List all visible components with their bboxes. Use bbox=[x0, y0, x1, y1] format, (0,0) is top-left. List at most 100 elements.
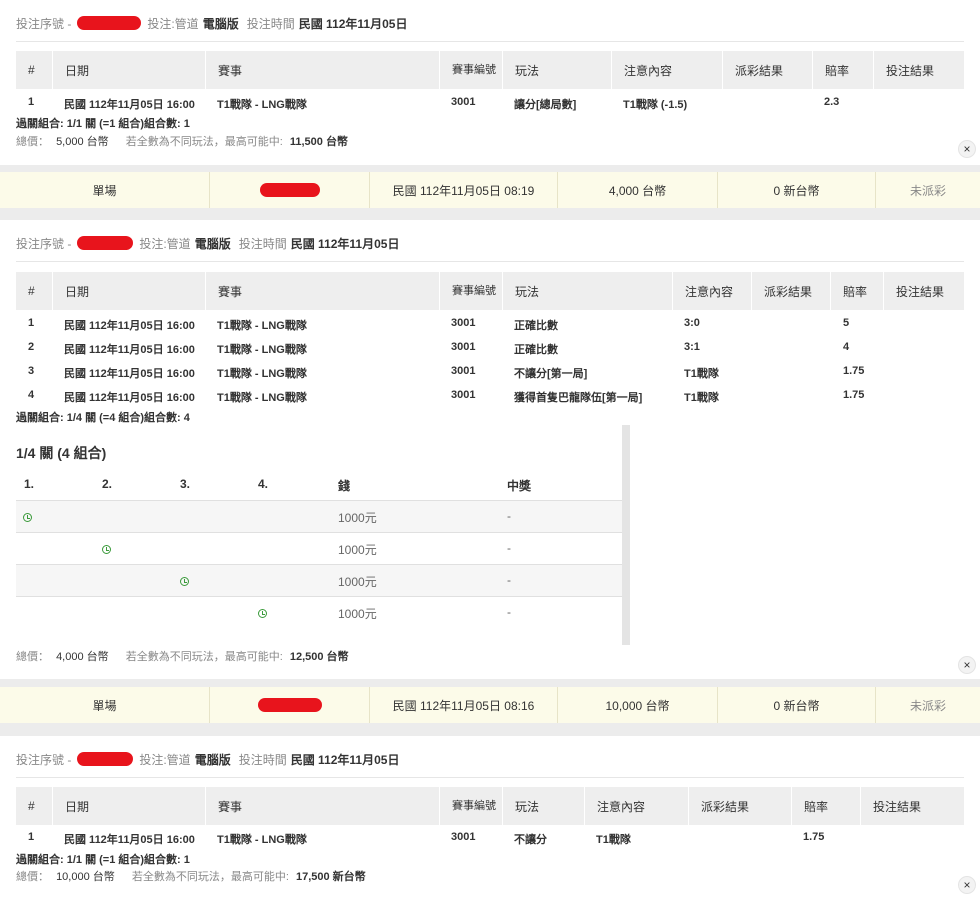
bet-type: 單場 bbox=[0, 687, 210, 723]
col-event: 賽事 bbox=[205, 272, 439, 310]
combo-col-1: 1. bbox=[24, 477, 35, 491]
combo-col-money: 錢 bbox=[338, 479, 351, 493]
combo-summary: 過關組合: 1/1 關 (=1 組合)組合數: 1 bbox=[16, 118, 190, 130]
col-odds: 賠率 bbox=[812, 51, 873, 89]
bet-header: 投注序號 - 投注:管道 電腦版 投注時間 民國 112年11月05日 bbox=[16, 236, 400, 251]
col-date: 日期 bbox=[52, 51, 205, 89]
bet-serial-label: 投注序號 - bbox=[16, 752, 72, 767]
bet-header: 投注序號 - 投注:管道 電腦版 投注時間 民國 112年11月05日 bbox=[16, 16, 408, 31]
bet-summary-row-2[interactable]: 單場 民國 112年11月05日 08:16 10,000 台幣 0 新台幣 未… bbox=[0, 687, 980, 723]
redacted-serial bbox=[210, 172, 370, 208]
col-event-no: 賽事編號 bbox=[439, 51, 502, 89]
col-payout: 派彩結果 bbox=[751, 272, 830, 310]
combo-summary: 過關組合: 1/1 關 (=1 組合)組合數: 1 bbox=[16, 854, 190, 866]
divider bbox=[16, 41, 964, 42]
bet-table-header: # 日期 賽事 賽事編號 玩法 注意內容 派彩結果 賠率 投注結果 bbox=[16, 51, 964, 89]
bet-table-header: # 日期 賽事 賽事編號 玩法 注意內容 派彩結果 賠率 投注結果 bbox=[16, 272, 964, 310]
payout-status: 未派彩 bbox=[909, 183, 946, 198]
combo-scrollbar[interactable] bbox=[622, 425, 630, 645]
bet-channel-value: 電腦版 bbox=[202, 16, 239, 31]
total-max: 17,500 新台幣 bbox=[295, 871, 366, 883]
bet-detail-panel-1: 投注序號 - 投注:管道 電腦版 投注時間 民國 112年11月05日 # 日期… bbox=[0, 0, 980, 165]
clock-icon bbox=[180, 577, 189, 586]
col-event-no: 賽事編號 bbox=[439, 787, 502, 825]
combo-row: 1000元 - bbox=[16, 532, 622, 564]
bet-time: 民國 112年11月05日 08:16 bbox=[370, 687, 558, 723]
col-content: 注意內容 bbox=[672, 272, 751, 310]
payout-amount: 0 新台幣 bbox=[718, 172, 876, 208]
redacted-serial bbox=[77, 236, 134, 250]
payout-amount: 0 新台幣 bbox=[718, 687, 876, 723]
col-content: 注意內容 bbox=[584, 787, 688, 825]
total-line: 總價： 5,000 台幣 若全數為不同玩法，最高可能中: 11,500 台幣 bbox=[16, 133, 348, 149]
combo-row: 1000元 - bbox=[16, 564, 622, 596]
combo-col-3: 3. bbox=[180, 477, 191, 491]
col-play: 玩法 bbox=[502, 787, 584, 825]
payout-status: 未派彩 bbox=[909, 698, 946, 713]
col-result: 投注結果 bbox=[883, 272, 964, 310]
close-icon[interactable]: × bbox=[958, 656, 976, 674]
combo-col-win: 中獎 bbox=[507, 479, 532, 493]
bet-header: 投注序號 - 投注:管道 電腦版 投注時間 民國 112年11月05日 bbox=[16, 752, 400, 767]
clock-icon bbox=[102, 545, 111, 554]
col-content: 注意內容 bbox=[611, 51, 722, 89]
col-event: 賽事 bbox=[205, 787, 439, 825]
divider bbox=[16, 261, 964, 262]
bet-amount: 10,000 台幣 bbox=[558, 687, 718, 723]
clock-icon bbox=[258, 609, 267, 618]
bet-channel-label: 投注:管道 bbox=[139, 236, 191, 251]
bet-serial-label: 投注序號 - bbox=[16, 236, 72, 251]
divider bbox=[16, 777, 964, 778]
total-label: 總價： bbox=[16, 871, 49, 883]
total-value: 5,000 台幣 bbox=[56, 136, 109, 148]
close-icon[interactable]: × bbox=[958, 140, 976, 158]
bet-detail-panel-2: 投注序號 - 投注:管道 電腦版 投注時間 民國 112年11月05日 # 日期… bbox=[0, 220, 980, 679]
total-max: 11,500 台幣 bbox=[289, 136, 348, 148]
total-note: 若全數為不同玩法，最高可能中: bbox=[131, 871, 289, 883]
col-event: 賽事 bbox=[205, 51, 439, 89]
col-play: 玩法 bbox=[502, 272, 672, 310]
col-date: 日期 bbox=[52, 272, 205, 310]
bet-channel-value: 電腦版 bbox=[194, 236, 231, 251]
total-max: 12,500 台幣 bbox=[289, 651, 349, 663]
bet-table-header: # 日期 賽事 賽事編號 玩法 注意內容 派彩結果 賠率 投注結果 bbox=[16, 787, 964, 825]
bet-time-label: 投注時間 bbox=[238, 752, 287, 767]
bet-detail-panel-3: 投注序號 - 投注:管道 電腦版 投注時間 民國 112年11月05日 # 日期… bbox=[0, 736, 980, 901]
combo-summary: 過關組合: 1/4 關 (=4 組合)組合數: 4 bbox=[16, 412, 190, 424]
total-label: 總價： bbox=[16, 651, 49, 663]
col-date: 日期 bbox=[52, 787, 205, 825]
col-index: # bbox=[28, 799, 35, 813]
col-index: # bbox=[28, 284, 35, 298]
col-odds: 賠率 bbox=[830, 272, 883, 310]
total-line: 總價： 10,000 台幣 若全數為不同玩法，最高可能中: 17,500 新台幣 bbox=[16, 868, 366, 884]
combo-row: 1000元 - bbox=[16, 500, 622, 532]
bet-date: 民國 112年11月05日 bbox=[298, 16, 408, 31]
col-result: 投注結果 bbox=[860, 787, 964, 825]
combo-col-4: 4. bbox=[258, 477, 269, 491]
bet-time: 民國 112年11月05日 08:19 bbox=[370, 172, 558, 208]
redacted-serial bbox=[210, 687, 370, 723]
bet-date: 民國 112年11月05日 bbox=[290, 752, 400, 767]
bet-time-label: 投注時間 bbox=[246, 16, 295, 31]
bet-date: 民國 112年11月05日 bbox=[290, 236, 400, 251]
bet-summary-row-1[interactable]: 單場 民國 112年11月05日 08:19 4,000 台幣 0 新台幣 未派… bbox=[0, 172, 980, 208]
bet-channel-value: 電腦版 bbox=[194, 752, 231, 767]
total-note: 若全數為不同玩法，最高可能中: bbox=[125, 651, 283, 663]
bet-channel-label: 投注:管道 bbox=[139, 752, 191, 767]
combo-col-2: 2. bbox=[102, 477, 113, 491]
col-payout: 派彩結果 bbox=[688, 787, 791, 825]
col-payout: 派彩結果 bbox=[722, 51, 812, 89]
combo-title: 1/4 關 (4 組合) bbox=[16, 445, 107, 461]
clock-icon bbox=[23, 513, 32, 522]
total-value: 10,000 台幣 bbox=[56, 871, 115, 883]
bet-time-label: 投注時間 bbox=[238, 236, 287, 251]
bet-serial-label: 投注序號 - bbox=[16, 16, 72, 31]
col-play: 玩法 bbox=[502, 51, 611, 89]
bet-type: 單場 bbox=[0, 172, 210, 208]
close-icon[interactable]: × bbox=[958, 876, 976, 894]
combo-row: 1000元 - bbox=[16, 596, 622, 628]
total-line: 總價： 4,000 台幣 若全數為不同玩法，最高可能中: 12,500 台幣 bbox=[16, 648, 349, 664]
redacted-serial bbox=[77, 16, 142, 30]
redacted-serial bbox=[77, 752, 134, 766]
total-value: 4,000 台幣 bbox=[56, 651, 109, 663]
